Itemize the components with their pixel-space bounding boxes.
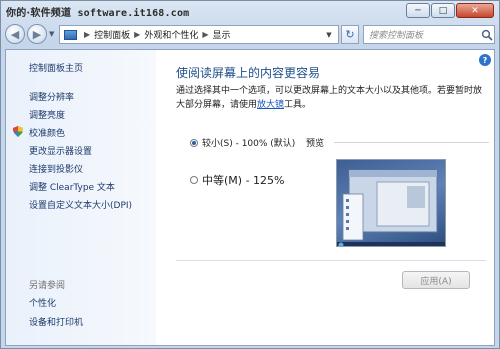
option-medium[interactable]: 中等(M) - 125% [190, 172, 284, 188]
shield-icon [13, 126, 23, 137]
breadcrumb-separator[interactable]: ▶ [134, 30, 140, 39]
magnifier-link[interactable]: 放大镜 [257, 100, 284, 110]
address-dropdown-button[interactable]: ▼ [321, 26, 337, 43]
minimize-button[interactable]: ─ [406, 3, 430, 18]
sidebar: 控制面板主页 调整分辨率 调整亮度 校准颜色 更改显示器设置 连接到投影仪 调整… [6, 50, 156, 345]
search-box[interactable]: 搜索控制面板 [363, 25, 495, 44]
page-description: 通过选择其中一个选项，可以更改屏幕上的文本大小以及其他项。若要暂时放大部分屏幕，… [176, 84, 486, 112]
navigation-toolbar: ◀ ▶ ▼ ▶ 控制面板 ▶ 外观和个性化 ▶ 显示 ▼ ↻ 搜索控制面板 [5, 23, 495, 47]
breadcrumb-control-panel[interactable]: 控制面板 [94, 28, 130, 41]
back-button[interactable]: ◀ [5, 24, 25, 44]
control-panel-window: 你的·软件频道 software.it168.com ─ □ ✕ ◀ ▶ ▼ ▶… [0, 0, 500, 349]
control-panel-icon [64, 29, 77, 40]
option-medium-label[interactable]: 中等(M) - 125% [202, 172, 284, 188]
breadcrumb-separator[interactable]: ▶ [202, 30, 208, 39]
sidebar-item-display-settings[interactable]: 更改显示器设置 [29, 144, 92, 157]
description-text-end: 工具。 [284, 100, 312, 110]
watermark-url: software.it168.com [77, 8, 190, 19]
address-bar[interactable]: ▶ 控制面板 ▶ 外观和个性化 ▶ 显示 [59, 25, 339, 44]
sidebar-item-custom-dpi[interactable]: 设置自定义文本大小(DPI) [29, 198, 132, 211]
refresh-button[interactable]: ↻ [341, 25, 359, 44]
breadcrumb-separator[interactable]: ▶ [84, 30, 90, 39]
description-text: 通过选择其中一个选项，可以更改屏幕上的文本大小以及其他项。若要暂时放大部分屏幕，… [176, 86, 483, 110]
sidebar-item-devices-printers[interactable]: 设备和打印机 [29, 315, 83, 328]
radio-smaller[interactable] [190, 138, 198, 147]
caption-buttons: ─ □ ✕ [406, 3, 494, 18]
option-smaller-label[interactable]: 较小(S) - 100% (默认) [202, 136, 295, 149]
sidebar-item-projector[interactable]: 连接到投影仪 [29, 162, 83, 175]
watermark-text: 你的·软件频道 [6, 8, 72, 19]
sidebar-item-calibrate-color[interactable]: 校准颜色 [29, 126, 65, 139]
apply-button[interactable]: 应用(A) [402, 271, 470, 289]
breadcrumb-appearance[interactable]: 外观和个性化 [144, 28, 198, 41]
page-title: 使阅读屏幕上的内容更容易 [176, 66, 321, 80]
refresh-icon: ↻ [345, 28, 355, 41]
search-placeholder: 搜索控制面板 [369, 31, 424, 41]
sidebar-item-personalization[interactable]: 个性化 [29, 296, 56, 309]
option-smaller[interactable]: 较小(S) - 100% (默认) [190, 136, 295, 149]
maximize-button[interactable]: □ [431, 3, 455, 18]
sidebar-item-resolution[interactable]: 调整分辨率 [29, 90, 74, 103]
see-also-heading: 另请参阅 [29, 281, 66, 291]
watermark: 你的·软件频道 software.it168.com [6, 4, 189, 19]
sidebar-item-brightness[interactable]: 调整亮度 [29, 108, 65, 121]
divider [176, 260, 486, 261]
sidebar-home-link[interactable]: 控制面板主页 [29, 61, 83, 74]
preview-image [336, 159, 446, 247]
search-icon[interactable] [480, 29, 494, 41]
close-button[interactable]: ✕ [456, 3, 494, 18]
back-arrow-icon: ◀ [10, 27, 20, 41]
forward-arrow-icon: ▶ [32, 27, 42, 41]
radio-medium[interactable] [190, 176, 198, 184]
desktop-preview-illustration [337, 169, 445, 246]
sidebar-item-cleartype[interactable]: 调整 ClearType 文本 [29, 180, 115, 193]
help-icon[interactable]: ? [479, 54, 491, 66]
recent-pages-dropdown[interactable]: ▼ [49, 30, 54, 38]
content-area: 控制面板主页 调整分辨率 调整亮度 校准颜色 更改显示器设置 连接到投影仪 调整… [5, 49, 495, 346]
main-panel: ? 使阅读屏幕上的内容更容易 通过选择其中一个选项，可以更改屏幕上的文本大小以及… [156, 50, 494, 345]
forward-button[interactable]: ▶ [27, 24, 47, 44]
preview-label: 预览 [306, 139, 325, 149]
preview-divider [334, 142, 489, 143]
breadcrumb-display[interactable]: 显示 [213, 28, 231, 41]
